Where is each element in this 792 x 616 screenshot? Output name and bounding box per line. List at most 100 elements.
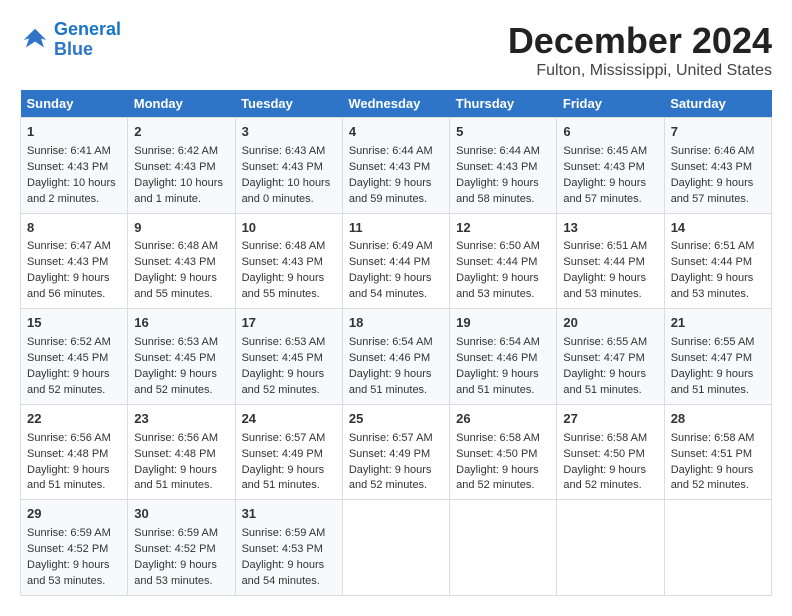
sunrise-text: Sunrise: 6:48 AM [242,240,326,252]
daylight-label: Daylight: 9 hours and 52 minutes. [27,368,110,396]
sunrise-text: Sunrise: 6:56 AM [134,432,218,444]
calendar-table: SundayMondayTuesdayWednesdayThursdayFrid… [20,90,772,596]
sunrise-text: Sunrise: 6:44 AM [456,145,540,157]
sunrise-text: Sunrise: 6:43 AM [242,145,326,157]
sunset-text: Sunset: 4:43 PM [349,161,430,173]
day-number: 10 [242,219,336,238]
calendar-cell [450,500,557,596]
calendar-cell: 18Sunrise: 6:54 AMSunset: 4:46 PMDayligh… [342,309,449,405]
day-number: 8 [27,219,121,238]
sunset-text: Sunset: 4:44 PM [456,256,537,268]
sunrise-text: Sunrise: 6:47 AM [27,240,111,252]
calendar-cell: 15Sunrise: 6:52 AMSunset: 4:45 PMDayligh… [21,309,128,405]
calendar-cell: 26Sunrise: 6:58 AMSunset: 4:50 PMDayligh… [450,404,557,500]
calendar-cell: 25Sunrise: 6:57 AMSunset: 4:49 PMDayligh… [342,404,449,500]
calendar-cell: 21Sunrise: 6:55 AMSunset: 4:47 PMDayligh… [664,309,771,405]
day-number: 24 [242,410,336,429]
sunset-text: Sunset: 4:44 PM [671,256,752,268]
daylight-label: Daylight: 9 hours and 54 minutes. [242,559,325,587]
header-cell-thursday: Thursday [450,90,557,118]
calendar-cell: 16Sunrise: 6:53 AMSunset: 4:45 PMDayligh… [128,309,235,405]
calendar-cell: 22Sunrise: 6:56 AMSunset: 4:48 PMDayligh… [21,404,128,500]
header-cell-monday: Monday [128,90,235,118]
daylight-label: Daylight: 9 hours and 57 minutes. [563,177,646,205]
sunrise-text: Sunrise: 6:49 AM [349,240,433,252]
daylight-label: Daylight: 9 hours and 53 minutes. [671,272,754,300]
sunset-text: Sunset: 4:43 PM [242,256,323,268]
calendar-cell: 8Sunrise: 6:47 AMSunset: 4:43 PMDaylight… [21,213,128,309]
calendar-cell: 17Sunrise: 6:53 AMSunset: 4:45 PMDayligh… [235,309,342,405]
day-number: 18 [349,314,443,333]
daylight-label: Daylight: 9 hours and 51 minutes. [456,368,539,396]
daylight-label: Daylight: 9 hours and 53 minutes. [456,272,539,300]
sunset-text: Sunset: 4:52 PM [27,543,108,555]
sunset-text: Sunset: 4:51 PM [671,448,752,460]
calendar-body: 1Sunrise: 6:41 AMSunset: 4:43 PMDaylight… [21,118,772,596]
calendar-cell: 3Sunrise: 6:43 AMSunset: 4:43 PMDaylight… [235,118,342,214]
daylight-label: Daylight: 9 hours and 52 minutes. [349,464,432,492]
daylight-label: Daylight: 9 hours and 51 minutes. [242,464,325,492]
sunset-text: Sunset: 4:45 PM [27,352,108,364]
sunrise-text: Sunrise: 6:58 AM [456,432,540,444]
sunrise-text: Sunrise: 6:57 AM [349,432,433,444]
calendar-cell: 13Sunrise: 6:51 AMSunset: 4:44 PMDayligh… [557,213,664,309]
day-number: 22 [27,410,121,429]
sunrise-text: Sunrise: 6:55 AM [671,336,755,348]
sunrise-text: Sunrise: 6:59 AM [27,527,111,539]
sunset-text: Sunset: 4:43 PM [242,161,323,173]
sunrise-text: Sunrise: 6:51 AM [563,240,647,252]
daylight-label: Daylight: 9 hours and 52 minutes. [671,464,754,492]
calendar-cell: 30Sunrise: 6:59 AMSunset: 4:52 PMDayligh… [128,500,235,596]
calendar-cell: 4Sunrise: 6:44 AMSunset: 4:43 PMDaylight… [342,118,449,214]
daylight-label: Daylight: 9 hours and 55 minutes. [134,272,217,300]
daylight-label: Daylight: 9 hours and 53 minutes. [134,559,217,587]
header-cell-friday: Friday [557,90,664,118]
calendar-cell: 5Sunrise: 6:44 AMSunset: 4:43 PMDaylight… [450,118,557,214]
sunrise-text: Sunrise: 6:53 AM [242,336,326,348]
location: Fulton, Mississippi, United States [508,62,772,80]
sunrise-text: Sunrise: 6:46 AM [671,145,755,157]
logo-icon [20,25,50,55]
header-cell-sunday: Sunday [21,90,128,118]
daylight-label: Daylight: 9 hours and 51 minutes. [27,464,110,492]
calendar-cell: 12Sunrise: 6:50 AMSunset: 4:44 PMDayligh… [450,213,557,309]
sunrise-text: Sunrise: 6:58 AM [671,432,755,444]
day-number: 16 [134,314,228,333]
sunrise-text: Sunrise: 6:56 AM [27,432,111,444]
day-number: 14 [671,219,765,238]
calendar-week-5: 29Sunrise: 6:59 AMSunset: 4:52 PMDayligh… [21,500,772,596]
sunset-text: Sunset: 4:45 PM [134,352,215,364]
calendar-cell [557,500,664,596]
logo-line1: General [54,19,121,39]
sunset-text: Sunset: 4:52 PM [134,543,215,555]
calendar-week-3: 15Sunrise: 6:52 AMSunset: 4:45 PMDayligh… [21,309,772,405]
sunrise-text: Sunrise: 6:45 AM [563,145,647,157]
day-number: 17 [242,314,336,333]
sunset-text: Sunset: 4:43 PM [134,256,215,268]
day-number: 25 [349,410,443,429]
day-number: 4 [349,123,443,142]
day-number: 11 [349,219,443,238]
sunset-text: Sunset: 4:43 PM [671,161,752,173]
sunrise-text: Sunrise: 6:41 AM [27,145,111,157]
sunset-text: Sunset: 4:43 PM [563,161,644,173]
sunrise-text: Sunrise: 6:59 AM [134,527,218,539]
day-number: 21 [671,314,765,333]
calendar-week-4: 22Sunrise: 6:56 AMSunset: 4:48 PMDayligh… [21,404,772,500]
sunrise-text: Sunrise: 6:53 AM [134,336,218,348]
daylight-label: Daylight: 9 hours and 54 minutes. [349,272,432,300]
day-number: 7 [671,123,765,142]
sunrise-text: Sunrise: 6:52 AM [27,336,111,348]
sunset-text: Sunset: 4:46 PM [349,352,430,364]
calendar-cell: 1Sunrise: 6:41 AMSunset: 4:43 PMDaylight… [21,118,128,214]
logo: General Blue [20,20,121,60]
day-number: 20 [563,314,657,333]
sunrise-text: Sunrise: 6:58 AM [563,432,647,444]
calendar-cell: 10Sunrise: 6:48 AMSunset: 4:43 PMDayligh… [235,213,342,309]
day-number: 2 [134,123,228,142]
sunrise-text: Sunrise: 6:54 AM [456,336,540,348]
calendar-cell: 24Sunrise: 6:57 AMSunset: 4:49 PMDayligh… [235,404,342,500]
sunset-text: Sunset: 4:47 PM [563,352,644,364]
sunset-text: Sunset: 4:50 PM [456,448,537,460]
sunset-text: Sunset: 4:43 PM [456,161,537,173]
